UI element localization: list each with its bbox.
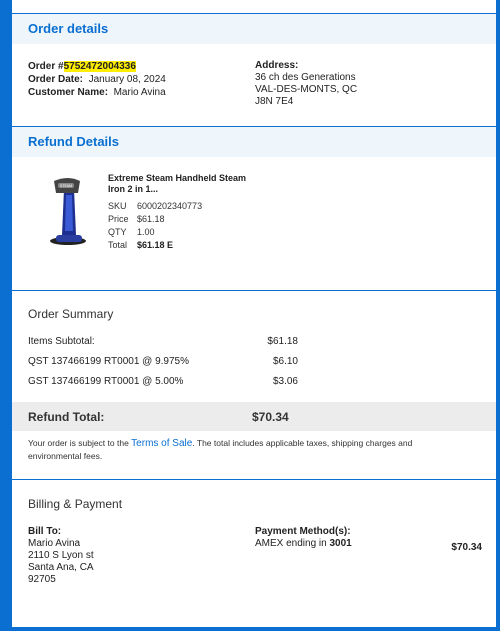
billing-payment-title: Billing & Payment: [28, 497, 123, 511]
address-block: Address: 36 ch des Generations VAL-DES-M…: [255, 60, 357, 108]
qty-value: 1.00: [137, 227, 155, 237]
summary-row-label: GST 137466199 RT0001 @ 5.00%: [28, 376, 184, 387]
summary-row: QST 137466199 RT0001 @ 9.975% $6.10: [28, 356, 298, 370]
address-line: VAL-DES-MONTS, QC: [255, 84, 358, 95]
order-details-section: Order details Order #5752472004336 Order…: [12, 14, 496, 126]
payment-method: AMEX ending in: [255, 538, 330, 549]
summary-row: GST 137466199 RT0001 @ 5.00% $3.06: [28, 376, 298, 390]
summary-row: Items Subtotal: $61.18: [28, 336, 298, 350]
order-number-label: Order #: [28, 61, 64, 72]
bill-to-line: 2110 S Lyon st: [28, 550, 94, 561]
order-number: 5752472004336: [63, 61, 136, 72]
summary-row-value: $61.18: [267, 336, 298, 347]
bill-to-block: Bill To: Mario Avina 2110 S Lyon st Sant…: [28, 526, 94, 586]
address-label: Address:: [255, 60, 299, 71]
address-line: 36 ch des Generations: [255, 72, 356, 83]
payment-amount: $70.34: [451, 542, 482, 553]
terms-of-sale-link[interactable]: Terms of Sale: [131, 438, 192, 449]
svg-text:STEAM: STEAM: [60, 184, 72, 188]
bill-to-line: Santa Ana, CA: [28, 562, 94, 573]
summary-row-label: Items Subtotal:: [28, 336, 95, 347]
payment-block: Payment Method(s): AMEX ending in 3001: [255, 526, 352, 550]
price-value: $61.18: [137, 214, 165, 224]
refund-total-value: $70.34: [252, 410, 289, 424]
product-title[interactable]: Extreme Steam Handheld Steam Iron 2 in 1…: [108, 173, 248, 195]
card-last4: 3001: [329, 538, 352, 549]
steam-iron-product-image[interactable]: STEAM: [40, 175, 100, 247]
order-summary-title: Order Summary: [28, 307, 114, 321]
order-info: Order #5752472004336 Order Date: January…: [28, 60, 166, 99]
top-strip: [12, 0, 496, 13]
order-date: January 08, 2024: [88, 74, 166, 85]
customer-name-label: Customer Name:: [28, 87, 109, 98]
refund-details-heading: Refund Details: [12, 127, 496, 157]
customer-name: Mario Avina: [113, 87, 166, 98]
product-info: Extreme Steam Handheld Steam Iron 2 in 1…: [108, 173, 248, 251]
bill-to-label: Bill To:: [28, 526, 62, 537]
payment-method-label: Payment Method(s):: [255, 526, 351, 537]
total-value: $61.18 E: [137, 240, 174, 250]
refund-details-section: Refund Details STEAM Extreme Steam Handh…: [12, 127, 496, 290]
refund-total-label: Refund Total:: [28, 410, 105, 424]
summary-row-label: QST 137466199 RT0001 @ 9.975%: [28, 356, 190, 367]
terms-pre: Your order is subject to the: [28, 438, 132, 448]
sku-value: 6000202340773: [137, 201, 203, 211]
billing-payment-section: Billing & Payment Bill To: Mario Avina 2…: [12, 480, 496, 627]
summary-row-value: $6.10: [272, 356, 298, 367]
total-label: Total: [108, 240, 128, 250]
price-label: Price: [108, 214, 129, 224]
address-line: J8N 7E4: [255, 96, 294, 107]
order-details-heading: Order details: [12, 14, 496, 44]
bill-to-line: 92705: [28, 574, 56, 585]
qty-label: QTY: [108, 227, 127, 237]
summary-row-value: $3.06: [272, 376, 298, 387]
terms-notice: Your order is subject to the Terms of Sa…: [28, 437, 468, 463]
order-summary-section: Order Summary Items Subtotal: $61.18 QST…: [12, 291, 496, 479]
order-date-label: Order Date:: [28, 74, 84, 85]
sku-label: SKU: [108, 201, 127, 211]
bill-to-line: Mario Avina: [28, 538, 81, 549]
refund-total-band: Refund Total: $70.34: [12, 402, 496, 431]
